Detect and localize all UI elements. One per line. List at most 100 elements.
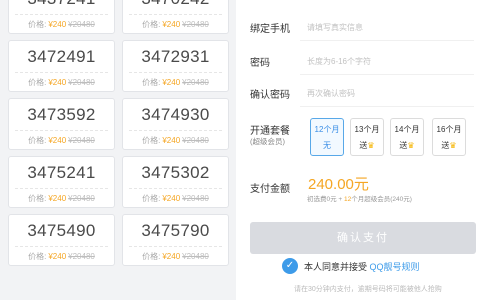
package-option[interactable]: 13个月 送♛: [350, 118, 384, 156]
package-sublabel: (超级会员): [250, 137, 285, 146]
original-price: ¥20480: [182, 194, 209, 203]
package-option[interactable]: 12个月无: [310, 118, 344, 156]
price-row: 价格: ¥240 ¥20480: [9, 251, 114, 262]
price-row: 价格: ¥240 ¥20480: [123, 77, 228, 88]
package-duration: 12个月: [314, 125, 340, 134]
price-label: 价格:: [28, 252, 47, 261]
package-bonus: 无: [311, 140, 343, 151]
number-value: 3474930: [141, 105, 210, 124]
price-value: ¥240: [48, 252, 67, 261]
price-row: 价格: ¥240 ¥20480: [123, 19, 228, 30]
payment-note-suffix: 个月超级会员(240元): [351, 196, 412, 203]
crown-icon: ♛: [407, 141, 415, 150]
check-icon[interactable]: ✓: [282, 258, 298, 274]
number-card[interactable]: 3472931 价格: ¥240 ¥20480: [122, 40, 229, 92]
register-form: 绑定手机 请填写真实信息 密码 长度为6-16个字符 确认密码 再次确认密码 开…: [236, 0, 480, 300]
price-row: 价格: ¥240 ¥20480: [9, 19, 114, 30]
divider: [300, 106, 474, 107]
price-row: 价格: ¥240 ¥20480: [123, 193, 228, 204]
original-price: ¥20480: [182, 20, 209, 29]
confirm-pay-button[interactable]: 确认支付: [250, 222, 476, 254]
number-card[interactable]: 3472491 价格: ¥240 ¥20480: [8, 40, 115, 92]
price-value: ¥240: [48, 194, 67, 203]
confirm-password-label: 确认密码: [250, 90, 290, 101]
price-label: 价格:: [28, 194, 47, 203]
payment-note-prefix: 初选费0元 +: [307, 196, 345, 203]
price-value: ¥240: [48, 20, 67, 29]
price-label: 价格:: [142, 252, 161, 261]
price-label: 价格:: [142, 78, 161, 87]
original-price: ¥20480: [182, 252, 209, 261]
price-row: 价格: ¥240 ¥20480: [9, 135, 114, 146]
divider: [129, 188, 222, 189]
number-card[interactable]: 3475241 价格: ¥240 ¥20480: [8, 156, 115, 208]
package-label: 开通套餐: [250, 126, 290, 137]
divider: [129, 72, 222, 73]
package-duration: 16个月: [436, 125, 462, 134]
divider: [15, 14, 108, 15]
package-bonus-text: 无: [323, 141, 331, 150]
divider: [300, 74, 474, 75]
price-row: 价格: ¥240 ¥20480: [123, 135, 228, 146]
package-bonus: 送♛: [433, 140, 465, 151]
price-value: ¥240: [162, 78, 181, 87]
number-card[interactable]: 3437241 价格:¥240¥20480: [8, 0, 115, 34]
number-card[interactable]: 3470242 价格:¥240¥20480: [122, 0, 229, 34]
payment-note: 初选费0元 + 12个月超级会员(240元): [307, 193, 412, 203]
price-value: ¥240: [162, 20, 181, 29]
payment-amount: 240.00元: [308, 176, 369, 193]
price-value: ¥240: [162, 194, 181, 203]
password-label: 密码: [250, 58, 270, 69]
price-label: 价格:: [28, 136, 47, 145]
number-value: 3475241: [27, 163, 96, 182]
crown-icon: ♛: [449, 141, 457, 150]
number-value: 3470242: [123, 0, 228, 9]
price-value: ¥240: [48, 136, 67, 145]
original-price: ¥20480: [182, 136, 209, 145]
number-card[interactable]: 3475490 价格: ¥240 ¥20480: [8, 214, 115, 266]
divider: [15, 130, 108, 131]
number-card[interactable]: 3473592 价格: ¥240 ¥20480: [8, 98, 115, 150]
package-duration: 14个月: [394, 125, 420, 134]
package-duration: 13个月: [354, 125, 380, 134]
price-row: 价格: ¥240 ¥20480: [9, 193, 114, 204]
number-value: 3472931: [141, 47, 210, 66]
number-card[interactable]: 3475790 价格: ¥240 ¥20480: [122, 214, 229, 266]
number-value: 3475490: [27, 221, 96, 240]
divider: [129, 14, 222, 15]
agreement-text: 本人同意并接受 QQ靓号规则: [304, 260, 420, 273]
package-option[interactable]: 14个月送♛: [390, 118, 424, 156]
number-card[interactable]: 3474930 价格: ¥240 ¥20480: [122, 98, 229, 150]
price-row: 价格: ¥240 ¥20480: [123, 251, 228, 262]
price-value: ¥240: [162, 136, 181, 145]
password-input[interactable]: 长度为6-16个字符: [307, 56, 371, 67]
package-bonus: 送♛: [391, 140, 423, 151]
rules-link[interactable]: QQ靓号规则: [370, 262, 420, 272]
original-price: ¥20480: [68, 136, 95, 145]
price-label: 价格:: [28, 20, 47, 29]
price-row: 价格: ¥240 ¥20480: [9, 77, 114, 88]
payment-label: 支付金额: [250, 184, 290, 195]
number-value: 3472491: [27, 47, 96, 66]
crown-icon: ♛: [367, 141, 375, 150]
original-price: ¥20480: [68, 194, 95, 203]
price-label: 价格:: [142, 194, 161, 203]
original-price: ¥20480: [182, 78, 209, 87]
divider: [15, 188, 108, 189]
price-label: 价格:: [142, 20, 161, 29]
divider: [15, 72, 108, 73]
number-value: 3437241: [9, 0, 114, 9]
price-label: 价格:: [142, 136, 161, 145]
original-price: ¥20480: [68, 20, 95, 29]
confirm-password-input[interactable]: 再次确认密码: [307, 88, 355, 99]
phone-label: 绑定手机: [250, 24, 290, 35]
agreement-label: 本人同意并接受: [304, 262, 368, 272]
number-card[interactable]: 3475302 价格: ¥240 ¥20480: [122, 156, 229, 208]
number-value: 3475302: [141, 163, 210, 182]
price-value: ¥240: [162, 252, 181, 261]
original-price: ¥20480: [68, 252, 95, 261]
divider: [15, 246, 108, 247]
phone-input[interactable]: 请填写真实信息: [307, 22, 363, 33]
number-list-panel: 3437241价格:¥240¥204803470242价格:¥240¥20480…: [0, 0, 236, 300]
package-option[interactable]: 16个月送♛: [432, 118, 466, 156]
